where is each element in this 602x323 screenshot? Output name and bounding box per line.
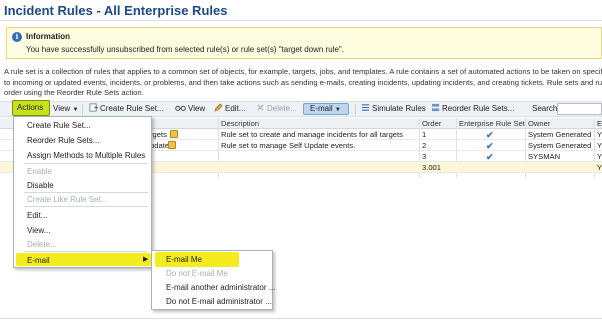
menu-item-create-rule-set[interactable]: Create Rule Set... bbox=[27, 121, 91, 130]
rule-set-description-cell: Rule set to manage Self Update events. bbox=[221, 141, 356, 150]
menu-item-delete[interactable]: Delete... bbox=[27, 240, 57, 249]
toolbar-separator bbox=[82, 104, 83, 115]
submenu-item-email-me[interactable]: E-mail Me bbox=[166, 255, 202, 264]
reorder-rule-sets-label: Reorder Rule Sets... bbox=[442, 104, 515, 113]
rule-set-owner: System Generated bbox=[528, 130, 592, 139]
menu-separator bbox=[24, 163, 148, 164]
create-rule-set-icon bbox=[89, 103, 98, 112]
description-line: to incoming or updated events, incidents… bbox=[4, 77, 602, 87]
menu-item-disable[interactable]: Disable bbox=[27, 181, 54, 190]
rule-set-order: 1 bbox=[422, 130, 427, 139]
simulate-rules-label: Simulate Rules bbox=[372, 104, 426, 113]
column-header-owner: Owner bbox=[528, 119, 551, 128]
rule-set-extra: Y bbox=[597, 163, 602, 172]
rule-set-description-cell: Rule set to create and manage incidents … bbox=[221, 130, 403, 139]
lock-icon bbox=[168, 141, 176, 149]
page-title: Incident Rules - All Enterprise Rules bbox=[4, 3, 228, 18]
info-message: You have successfully unsubscribed from … bbox=[26, 45, 344, 54]
menu-item-edit[interactable]: Edit... bbox=[27, 211, 47, 220]
delete-button[interactable]: Delete... bbox=[256, 103, 297, 115]
actions-button[interactable]: Actions ▼ bbox=[12, 100, 50, 126]
menu-item-reorder-rule-sets[interactable]: Reorder Rule Sets... bbox=[27, 136, 99, 145]
edit-label: Edit... bbox=[225, 104, 246, 113]
simulate-rules-icon bbox=[361, 104, 370, 111]
info-heading: Information bbox=[26, 32, 70, 41]
view-glasses-icon bbox=[175, 105, 186, 111]
delete-label: Delete... bbox=[267, 104, 297, 113]
create-rule-set-button[interactable]: Create Rule Set... bbox=[89, 103, 164, 115]
menu-item-assign-methods[interactable]: Assign Methods to Multiple Rules bbox=[27, 151, 145, 160]
menu-separator bbox=[24, 206, 148, 207]
submenu-item-do-not-email-admin[interactable]: Do not E-mail administrator ... bbox=[166, 297, 272, 306]
view-button-label: View bbox=[188, 104, 206, 113]
menu-separator bbox=[24, 192, 148, 193]
menu-item-email[interactable]: E-mail bbox=[27, 256, 50, 265]
chevron-down-icon: ▼ bbox=[72, 107, 79, 113]
submenu-arrow-icon: ▶ bbox=[143, 256, 149, 263]
rule-set-extra: Y bbox=[597, 130, 602, 139]
rule-set-order: 2 bbox=[422, 141, 427, 150]
actions-menu: Create Rule Set... Reorder Rule Sets... … bbox=[13, 116, 152, 268]
view-menu-label: View bbox=[53, 104, 71, 113]
view-menu-button[interactable]: View ▼ bbox=[53, 103, 78, 115]
rule-set-description: A rule set is a collection of rules that… bbox=[4, 67, 602, 99]
rule-set-order: 3 bbox=[422, 152, 427, 161]
menu-separator bbox=[24, 251, 148, 252]
bottom-divider bbox=[0, 318, 602, 319]
submenu-item-do-not-email-me[interactable]: Do not E-mail Me bbox=[166, 269, 228, 278]
menu-item-enable[interactable]: Enable bbox=[27, 167, 52, 176]
search-label: Search bbox=[532, 104, 558, 113]
rule-set-name[interactable]: rgets bbox=[150, 130, 167, 139]
rule-set-owner: System Generated bbox=[528, 141, 592, 150]
menu-item-view[interactable]: View... bbox=[27, 226, 50, 235]
view-button[interactable]: View bbox=[175, 103, 205, 115]
rule-set-owner: SYSMAN bbox=[528, 152, 561, 161]
email-button-label: E-mail bbox=[310, 104, 333, 113]
column-header-enterprise-rule-set: Enterprise Rule Set bbox=[459, 119, 525, 128]
rule-set-order: 3.001 bbox=[422, 163, 442, 172]
submenu-item-email-another-admin[interactable]: E-mail another administrator ... bbox=[166, 283, 275, 292]
reorder-icon bbox=[431, 103, 440, 112]
column-header-description: Description bbox=[221, 119, 259, 128]
edit-button[interactable]: Edit... bbox=[214, 103, 245, 115]
lock-icon bbox=[170, 130, 178, 138]
title-divider bbox=[0, 20, 602, 21]
email-submenu: E-mail Me Do not E-mail Me E-mail anothe… bbox=[151, 250, 275, 310]
description-line: order using the Reorder Rule Sets action… bbox=[4, 88, 144, 97]
column-header-order: Order bbox=[422, 119, 442, 128]
chevron-down-icon: ▼ bbox=[334, 107, 341, 113]
description-line: A rule set is a collection of rules that… bbox=[4, 67, 602, 76]
toolbar-separator bbox=[355, 104, 356, 115]
search-input[interactable] bbox=[557, 103, 602, 115]
edit-pencil-icon bbox=[214, 103, 223, 112]
information-box: i Information You have successfully unsu… bbox=[6, 27, 602, 59]
rule-set-name[interactable]: pdate bbox=[150, 141, 169, 150]
email-button[interactable]: E-mail ▼ bbox=[303, 103, 349, 115]
menu-item-create-like-rule-set[interactable]: Create Like Rule Set... bbox=[27, 195, 107, 204]
column-header-extra: E bbox=[597, 119, 602, 128]
simulate-rules-button[interactable]: Simulate Rules bbox=[361, 103, 426, 115]
rule-set-extra: Y bbox=[597, 152, 602, 161]
info-icon: i bbox=[12, 32, 22, 42]
rule-set-extra: Y bbox=[597, 141, 602, 150]
create-rule-set-label: Create Rule Set... bbox=[100, 104, 164, 113]
delete-x-icon bbox=[257, 104, 264, 111]
reorder-rule-sets-button[interactable]: Reorder Rule Sets... bbox=[431, 103, 514, 115]
actions-label: Actions bbox=[17, 103, 44, 112]
